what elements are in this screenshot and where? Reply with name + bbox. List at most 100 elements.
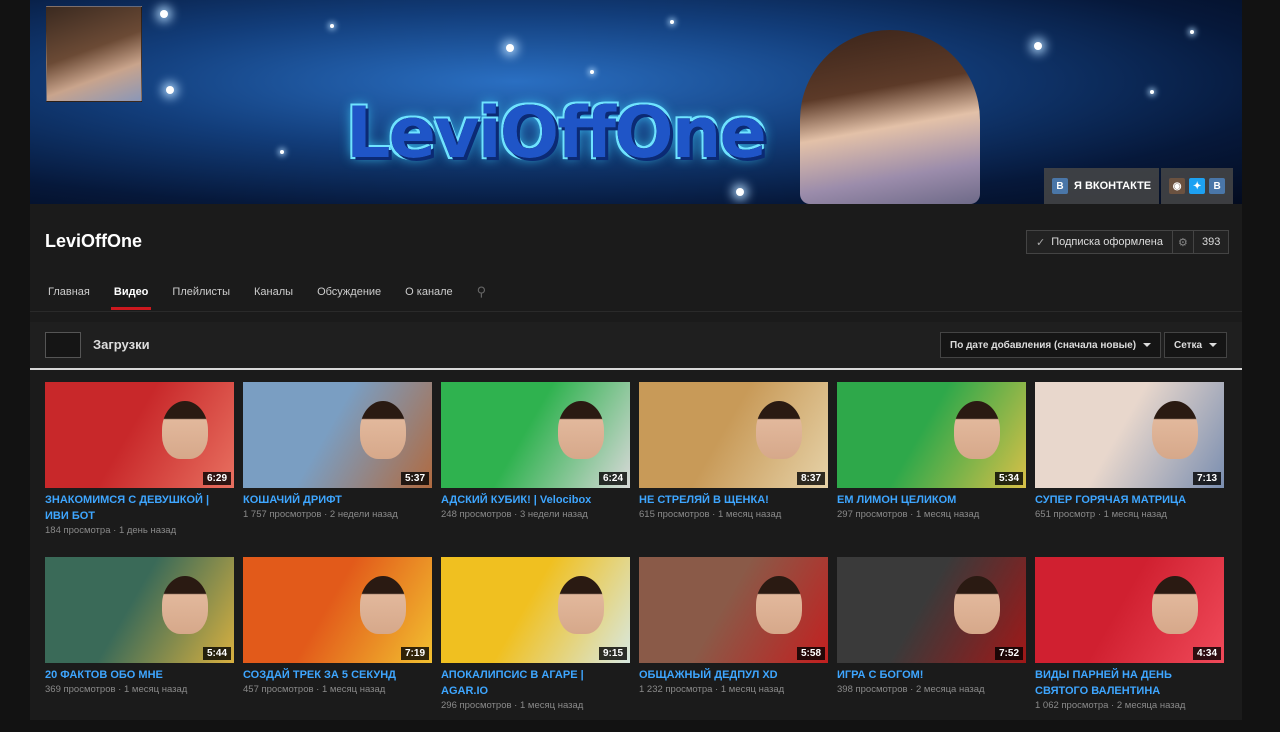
- video-thumbnail[interactable]: 5:58: [639, 557, 828, 663]
- banner-star: [590, 70, 594, 74]
- channel-title: LeviOffOne: [45, 231, 143, 251]
- video-meta: 1 232 просмотра · 1 месяц назад: [639, 684, 785, 695]
- video-duration: 7:52: [994, 647, 1023, 660]
- vk-link-label: Я ВКОНТАКТЕ: [1074, 180, 1152, 192]
- video-views: 1 062 просмотра: [1035, 700, 1109, 711]
- checkmark-icon: ✓: [1036, 236, 1046, 249]
- video-age: 1 месяц назад: [123, 684, 188, 695]
- video-duration: 7:19: [400, 647, 429, 660]
- video-duration: 5:44: [202, 647, 231, 660]
- video-card[interactable]: 7:13 СУПЕР ГОРЯЧАЯ МАТРИЦА 651 просмотр …: [1035, 382, 1224, 557]
- video-title[interactable]: ВИДЫ ПАРНЕЙ НА ДЕНЬ СВЯТОГО ВАЛЕНТИНА: [1035, 667, 1224, 699]
- tabs-divider: [30, 311, 1242, 312]
- video-title[interactable]: АДСКИЙ КУБИК! | Velocibox: [441, 492, 630, 508]
- channel-avatar[interactable]: [46, 6, 142, 102]
- video-title[interactable]: ЕМ ЛИМОН ЦЕЛИКОМ: [837, 492, 1026, 508]
- thumbnail-face: [954, 576, 1001, 635]
- tab-playlists[interactable]: Плейлисты: [172, 278, 242, 310]
- banner-links: B Я ВКОНТАКТЕ ◉ ✦ B: [1044, 168, 1234, 204]
- video-age: 2 недели назад: [329, 509, 398, 520]
- tab-channels[interactable]: Каналы: [254, 278, 305, 310]
- video-card[interactable]: 6:29 ЗНАКОМИМСЯ С ДЕВУШКОЙ | ИВИ БОТ 184…: [45, 382, 234, 557]
- video-age: 1 месяц назад: [519, 700, 584, 711]
- banner-star: [166, 86, 174, 94]
- video-thumbnail[interactable]: 4:34: [1035, 557, 1224, 663]
- video-thumbnail[interactable]: 5:34: [837, 382, 1026, 488]
- video-age: 1 месяц назад: [717, 509, 782, 520]
- video-age: 1 месяц назад: [1103, 509, 1167, 520]
- video-duration: 6:24: [598, 472, 627, 485]
- video-thumbnail[interactable]: 6:24: [441, 382, 630, 488]
- video-thumbnail[interactable]: 7:13: [1035, 382, 1224, 488]
- subscriber-count: 393: [1192, 231, 1228, 253]
- thumbnail-face: [1152, 401, 1199, 460]
- thumbnail-face: [162, 576, 209, 635]
- tab-home[interactable]: Главная: [48, 278, 102, 310]
- video-card[interactable]: 4:34 ВИДЫ ПАРНЕЙ НА ДЕНЬ СВЯТОГО ВАЛЕНТИ…: [1035, 557, 1224, 732]
- subscribe-widget: ✓ Подписка оформлена ⚙ 393: [1026, 230, 1230, 254]
- video-views: 296 просмотров: [441, 700, 512, 711]
- video-views: 1 757 просмотров: [243, 509, 322, 520]
- video-meta: 1 757 просмотров · 2 недели назад: [243, 509, 398, 520]
- tab-videos[interactable]: Видео: [110, 278, 161, 310]
- banner-star: [670, 20, 674, 24]
- video-card[interactable]: 9:15 АПОКАЛИПСИС В АГАРЕ | AGAR.IO 296 п…: [441, 557, 630, 732]
- video-title[interactable]: ИГРА С БОГОМ!: [837, 667, 1026, 683]
- video-views: 615 просмотров: [639, 509, 710, 520]
- gear-icon[interactable]: ⚙: [1171, 231, 1193, 253]
- video-age: 1 месяц назад: [720, 684, 785, 695]
- video-thumbnail[interactable]: 8:37: [639, 382, 828, 488]
- video-card[interactable]: 5:34 ЕМ ЛИМОН ЦЕЛИКОМ 297 просмотров · 1…: [837, 382, 1026, 557]
- video-age: 3 недели назад: [519, 509, 588, 520]
- twitter-icon[interactable]: ✦: [1189, 178, 1206, 194]
- video-title[interactable]: ОБЩАЖНЫЙ ДЕДПУЛ XD: [639, 667, 828, 683]
- social-links: ◉ ✦ B: [1161, 168, 1234, 204]
- video-card[interactable]: 5:44 20 ФАКТОВ ОБО МНЕ 369 просмотров · …: [45, 557, 234, 732]
- video-views: 369 просмотров: [45, 684, 116, 695]
- banner-star: [330, 24, 334, 28]
- vk-icon: B: [1052, 178, 1068, 194]
- video-grid: 6:29 ЗНАКОМИМСЯ С ДЕВУШКОЙ | ИВИ БОТ 184…: [45, 382, 1227, 732]
- thumbnail-face: [954, 401, 1001, 460]
- search-icon[interactable]: ⚲: [477, 278, 487, 310]
- vk-link[interactable]: B Я ВКОНТАКТЕ: [1044, 168, 1160, 204]
- video-title[interactable]: КОШАЧИЙ ДРИФТ: [243, 492, 432, 508]
- video-duration: 7:13: [1192, 472, 1221, 485]
- video-title[interactable]: АПОКАЛИПСИС В АГАРЕ | AGAR.IO: [441, 667, 630, 699]
- video-age: 2 месяца назад: [1116, 700, 1186, 711]
- thumbnail-face: [756, 401, 803, 460]
- video-views: 184 просмотра: [45, 525, 111, 536]
- video-thumbnail[interactable]: 6:29: [45, 382, 234, 488]
- video-title[interactable]: НЕ СТРЕЛЯЙ В ЩЕНКА!: [639, 492, 828, 508]
- video-thumbnail[interactable]: 7:52: [837, 557, 1026, 663]
- vk-icon[interactable]: B: [1209, 178, 1226, 194]
- video-title[interactable]: ЗНАКОМИМСЯ С ДЕВУШКОЙ | ИВИ БОТ: [45, 492, 234, 524]
- subscribe-button[interactable]: ✓ Подписка оформлена: [1027, 231, 1172, 253]
- video-card[interactable]: 5:37 КОШАЧИЙ ДРИФТ 1 757 просмотров · 2 …: [243, 382, 432, 557]
- video-thumbnail[interactable]: 5:44: [45, 557, 234, 663]
- tab-about[interactable]: О канале: [405, 278, 465, 310]
- video-thumbnail[interactable]: 5:37: [243, 382, 432, 488]
- video-card[interactable]: 7:19 СОЗДАЙ ТРЕК ЗА 5 СЕКУНД 457 просмот…: [243, 557, 432, 732]
- thumbnail-face: [360, 576, 407, 635]
- video-meta: 296 просмотров · 1 месяц назад: [441, 700, 584, 711]
- video-duration: 5:58: [796, 647, 825, 660]
- thumbnail-face: [162, 401, 209, 460]
- sort-dropdown[interactable]: По дате добавления (сначала новые): [940, 332, 1162, 358]
- video-title[interactable]: 20 ФАКТОВ ОБО МНЕ: [45, 667, 234, 683]
- banner-star: [280, 150, 284, 154]
- view-dropdown[interactable]: Сетка: [1164, 332, 1228, 358]
- instagram-icon[interactable]: ◉: [1169, 178, 1186, 194]
- video-thumbnail[interactable]: 9:15: [441, 557, 630, 663]
- video-title[interactable]: СОЗДАЙ ТРЕК ЗА 5 СЕКУНД: [243, 667, 432, 683]
- tab-discussion[interactable]: Обсуждение: [317, 278, 393, 310]
- video-card[interactable]: 5:58 ОБЩАЖНЫЙ ДЕДПУЛ XD 1 232 просмотра …: [639, 557, 828, 732]
- video-thumbnail[interactable]: 7:19: [243, 557, 432, 663]
- thumbnail-face: [1152, 576, 1199, 635]
- video-card[interactable]: 6:24 АДСКИЙ КУБИК! | Velocibox 248 просм…: [441, 382, 630, 557]
- video-meta: 297 просмотров · 1 месяц назад: [837, 509, 980, 520]
- video-card[interactable]: 8:37 НЕ СТРЕЛЯЙ В ЩЕНКА! 615 просмотров …: [639, 382, 828, 557]
- video-title[interactable]: СУПЕР ГОРЯЧАЯ МАТРИЦА: [1035, 492, 1224, 508]
- video-meta: 457 просмотров · 1 месяц назад: [243, 684, 386, 695]
- video-card[interactable]: 7:52 ИГРА С БОГОМ! 398 просмотров · 2 ме…: [837, 557, 1026, 732]
